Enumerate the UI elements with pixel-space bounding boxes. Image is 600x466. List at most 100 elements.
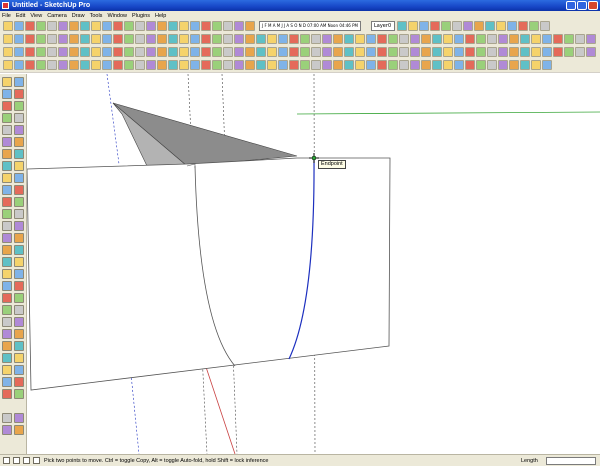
draw-tool-icon[interactable]: [498, 47, 508, 57]
plugin-tool-icon[interactable]: [190, 60, 200, 70]
standard-tool-icon[interactable]: [14, 21, 24, 31]
standard-tool-icon[interactable]: [212, 21, 222, 31]
standard-tool-icon[interactable]: [223, 21, 233, 31]
standard-tool-icon[interactable]: [441, 21, 451, 31]
standard-tool-icon[interactable]: [474, 21, 484, 31]
large-tool-icon[interactable]: [14, 365, 24, 375]
large-tool-icon[interactable]: [2, 101, 12, 111]
view-style-tool-icon[interactable]: [36, 34, 46, 44]
view-style-tool-icon[interactable]: [69, 34, 79, 44]
view-style-tool-icon[interactable]: [333, 34, 343, 44]
large-tool-icon[interactable]: [2, 161, 12, 171]
menu-window[interactable]: Window: [107, 13, 127, 19]
plugin-tool-icon[interactable]: [113, 60, 123, 70]
view-style-tool-icon[interactable]: [520, 34, 530, 44]
standard-tool-icon[interactable]: [168, 21, 178, 31]
view-style-tool-icon[interactable]: [3, 34, 13, 44]
draw-tool-icon[interactable]: [289, 47, 299, 57]
draw-tool-icon[interactable]: [311, 47, 321, 57]
view-style-tool-icon[interactable]: [432, 34, 442, 44]
large-tool-icon[interactable]: [14, 341, 24, 351]
plugin-tool-icon[interactable]: [36, 60, 46, 70]
large-tool-icon[interactable]: [14, 233, 24, 243]
modeling-viewport[interactable]: Endpoint: [27, 74, 600, 454]
view-style-tool-icon[interactable]: [454, 34, 464, 44]
plugin-tool-icon[interactable]: [256, 60, 266, 70]
view-style-tool-icon[interactable]: [234, 34, 244, 44]
plugin-tool-icon[interactable]: [14, 60, 24, 70]
draw-tool-icon[interactable]: [91, 47, 101, 57]
draw-tool-icon[interactable]: [531, 47, 541, 57]
large-tool-icon[interactable]: [14, 413, 24, 423]
large-tool-icon[interactable]: [14, 185, 24, 195]
geo-location-icon[interactable]: [3, 457, 10, 464]
view-style-tool-icon[interactable]: [245, 34, 255, 44]
draw-tool-icon[interactable]: [564, 47, 574, 57]
draw-tool-icon[interactable]: [47, 47, 57, 57]
draw-tool-icon[interactable]: [168, 47, 178, 57]
user-icon[interactable]: [23, 457, 30, 464]
draw-tool-icon[interactable]: [542, 47, 552, 57]
view-style-tool-icon[interactable]: [498, 34, 508, 44]
draw-tool-icon[interactable]: [355, 47, 365, 57]
draw-tool-icon[interactable]: [333, 47, 343, 57]
plugin-tool-icon[interactable]: [179, 60, 189, 70]
large-tool-icon[interactable]: [2, 233, 12, 243]
draw-tool-icon[interactable]: [190, 47, 200, 57]
plugin-tool-icon[interactable]: [135, 60, 145, 70]
draw-tool-icon[interactable]: [146, 47, 156, 57]
draw-tool-icon[interactable]: [256, 47, 266, 57]
plugin-tool-icon[interactable]: [289, 60, 299, 70]
plugin-tool-icon[interactable]: [3, 60, 13, 70]
view-style-tool-icon[interactable]: [289, 34, 299, 44]
view-style-tool-icon[interactable]: [168, 34, 178, 44]
plugin-tool-icon[interactable]: [212, 60, 222, 70]
large-tool-icon[interactable]: [2, 245, 12, 255]
large-tool-icon[interactable]: [14, 353, 24, 363]
view-style-tool-icon[interactable]: [531, 34, 541, 44]
plugin-tool-icon[interactable]: [509, 60, 519, 70]
view-style-tool-icon[interactable]: [399, 34, 409, 44]
plugin-tool-icon[interactable]: [377, 60, 387, 70]
plugin-tool-icon[interactable]: [498, 60, 508, 70]
large-tool-icon[interactable]: [14, 89, 24, 99]
minimize-button[interactable]: [566, 1, 576, 10]
draw-tool-icon[interactable]: [586, 47, 596, 57]
large-tool-icon[interactable]: [2, 149, 12, 159]
draw-tool-icon[interactable]: [410, 47, 420, 57]
standard-tool-icon[interactable]: [485, 21, 495, 31]
view-style-tool-icon[interactable]: [201, 34, 211, 44]
draw-tool-icon[interactable]: [432, 47, 442, 57]
large-tool-icon[interactable]: [14, 209, 24, 219]
draw-tool-icon[interactable]: [322, 47, 332, 57]
large-tool-icon[interactable]: [2, 197, 12, 207]
large-tool-icon[interactable]: [14, 329, 24, 339]
draw-tool-icon[interactable]: [135, 47, 145, 57]
plugin-tool-icon[interactable]: [388, 60, 398, 70]
large-tool-icon[interactable]: [2, 257, 12, 267]
layer-dropdown[interactable]: Layer0: [371, 21, 395, 31]
standard-tool-icon[interactable]: [179, 21, 189, 31]
draw-tool-icon[interactable]: [278, 47, 288, 57]
plugin-tool-icon[interactable]: [465, 60, 475, 70]
menu-view[interactable]: View: [30, 13, 42, 19]
view-style-tool-icon[interactable]: [190, 34, 200, 44]
plugin-tool-icon[interactable]: [47, 60, 57, 70]
view-style-tool-icon[interactable]: [14, 34, 24, 44]
standard-tool-icon[interactable]: [452, 21, 462, 31]
draw-tool-icon[interactable]: [465, 47, 475, 57]
plugin-tool-icon[interactable]: [58, 60, 68, 70]
view-style-tool-icon[interactable]: [223, 34, 233, 44]
plugin-tool-icon[interactable]: [487, 60, 497, 70]
draw-tool-icon[interactable]: [113, 47, 123, 57]
large-tool-icon[interactable]: [2, 293, 12, 303]
help-icon[interactable]: [33, 457, 40, 464]
draw-tool-icon[interactable]: [454, 47, 464, 57]
standard-tool-icon[interactable]: [540, 21, 550, 31]
large-tool-icon[interactable]: [2, 353, 12, 363]
large-tool-icon[interactable]: [14, 305, 24, 315]
draw-tool-icon[interactable]: [553, 47, 563, 57]
standard-tool-icon[interactable]: [201, 21, 211, 31]
view-style-tool-icon[interactable]: [58, 34, 68, 44]
large-tool-icon[interactable]: [2, 317, 12, 327]
